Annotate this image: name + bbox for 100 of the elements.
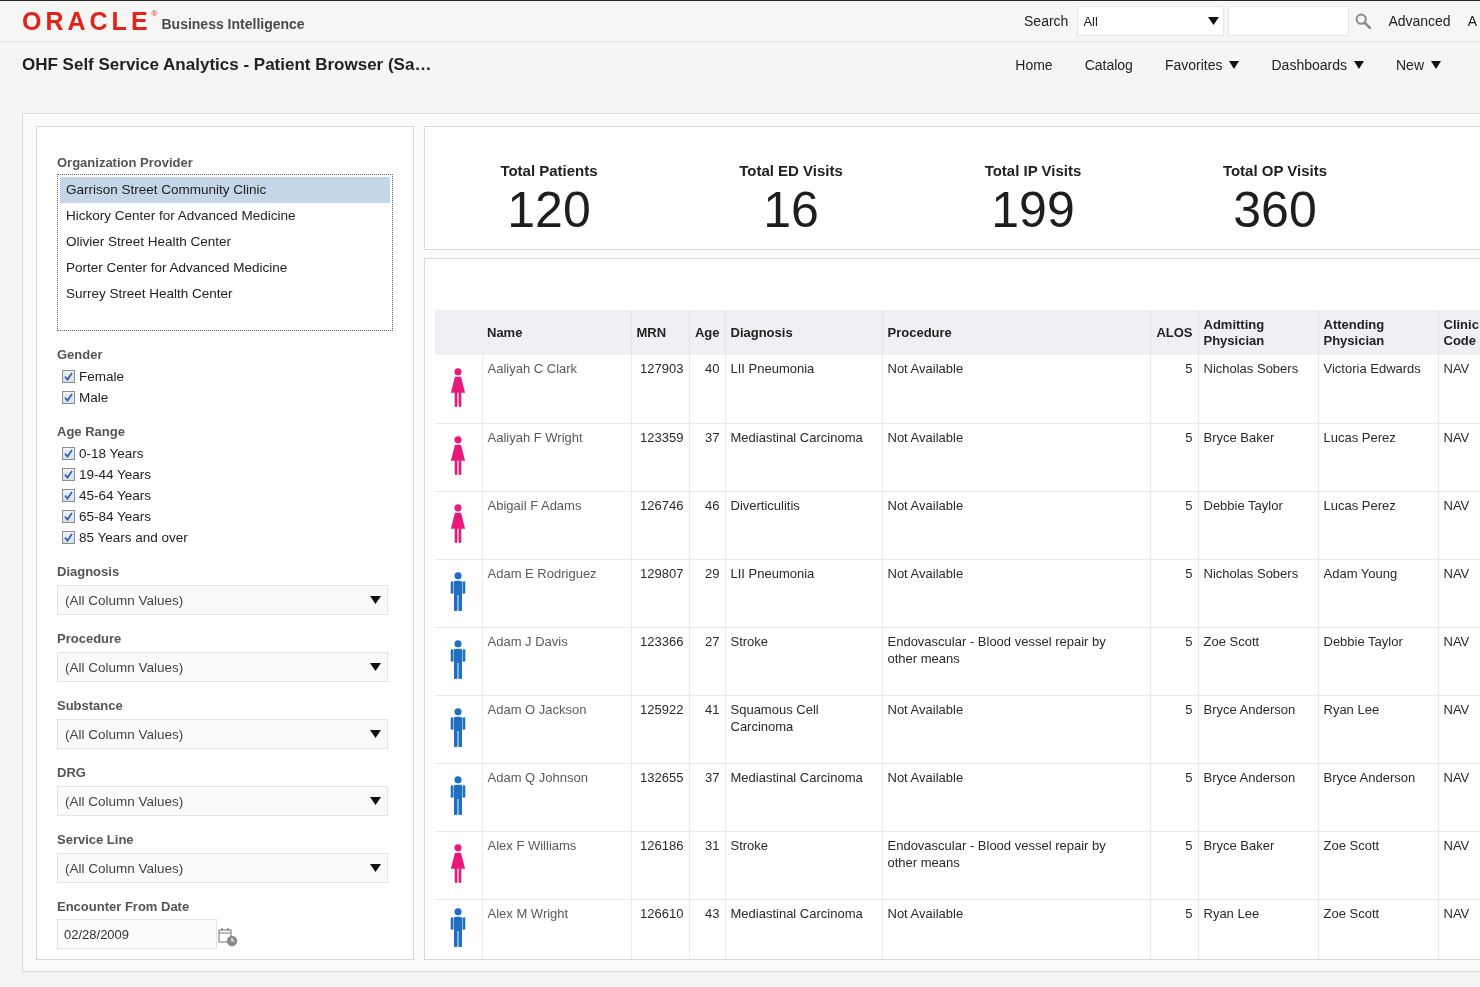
- table-cell: Squamous Cell Carcinoma: [725, 695, 882, 763]
- column-header: Name: [482, 310, 631, 355]
- table-cell: Victoria Edwards: [1318, 355, 1438, 423]
- dropdown[interactable]: (All Column Values): [57, 652, 388, 682]
- table-cell: Ryan Lee: [1198, 899, 1318, 959]
- table-cell: Aaliyah F Wright: [482, 423, 631, 491]
- table-cell: Mediastinal Carcinoma: [725, 423, 882, 491]
- logo-wordmark: ORACLE: [22, 10, 152, 32]
- table-cell: Adam Q Johnson: [482, 763, 631, 831]
- checkbox[interactable]: [62, 489, 75, 502]
- table-cell: Lucas Perez: [1318, 423, 1438, 491]
- search-label: Search: [1024, 13, 1069, 29]
- checkbox-label[interactable]: 19-44 Years: [79, 467, 152, 482]
- table-cell: Not Available: [882, 423, 1150, 491]
- nav-menu-button[interactable]: Dashboards: [1271, 57, 1364, 73]
- table-cell: NAV: [1438, 763, 1480, 831]
- table-cell: NAV: [1438, 899, 1480, 959]
- checkbox[interactable]: [62, 370, 75, 383]
- table-cell: NAV: [1438, 559, 1480, 627]
- checkbox[interactable]: [62, 468, 75, 481]
- table-cell: Adam O Jackson: [482, 695, 631, 763]
- filter-label: Substance: [57, 698, 124, 713]
- date-field[interactable]: 02/28/2009: [57, 919, 217, 949]
- table-cell: Alex M Wright: [482, 899, 631, 959]
- kpi-label: Total IP Visits: [984, 162, 1082, 180]
- filter-label: Organization Provider: [57, 155, 194, 170]
- checkbox-label[interactable]: 65-84 Years: [79, 509, 152, 524]
- female-figure-icon: [450, 502, 467, 545]
- checkbox-label[interactable]: Male: [79, 390, 109, 405]
- checkbox[interactable]: [62, 531, 75, 544]
- dropdown[interactable]: (All Column Values): [57, 585, 388, 615]
- table-cell: Not Available: [882, 695, 1150, 763]
- nav-link[interactable]: Catalog: [1084, 57, 1133, 73]
- table-cell: 37: [689, 763, 725, 831]
- table-cell: Diverticulitis: [725, 491, 882, 559]
- header-link[interactable]: A: [1467, 13, 1477, 29]
- checkbox[interactable]: [62, 510, 75, 523]
- list-item[interactable]: Olivier Street Health Center: [60, 229, 390, 255]
- list-item[interactable]: Porter Center for Advanced Medicine: [60, 255, 390, 281]
- filter-label: Encounter From Date: [57, 899, 191, 914]
- checkbox[interactable]: [62, 391, 75, 404]
- table-cell: 29: [689, 559, 725, 627]
- table-cell: Zoe Scott: [1318, 899, 1438, 959]
- caret-icon: [1354, 61, 1364, 69]
- table-cell: Bryce Anderson: [1198, 763, 1318, 831]
- table-cell: 123359: [631, 423, 689, 491]
- checkbox[interactable]: [62, 447, 75, 460]
- column-header: MRN: [631, 310, 689, 355]
- search-icon[interactable]: [1355, 13, 1372, 29]
- dropdown[interactable]: (All Column Values): [57, 719, 388, 749]
- search-field[interactable]: [1228, 6, 1350, 36]
- list-item[interactable]: Garrison Street Community Clinic: [60, 177, 390, 203]
- table-cell: 5: [1150, 763, 1198, 831]
- product-name: Business Intelligence: [161, 16, 305, 32]
- table-cell: Zoe Scott: [1318, 831, 1438, 899]
- table-cell: 123366: [631, 627, 689, 695]
- table-cell: Lucas Perez: [1318, 491, 1438, 559]
- search-scope-dropdown[interactable]: All: [1077, 6, 1225, 36]
- table-cell: 27: [689, 627, 725, 695]
- table-cell: Not Available: [882, 559, 1150, 627]
- list-item[interactable]: Surrey Street Health Center: [60, 281, 390, 307]
- header-link[interactable]: Advanced: [1388, 13, 1451, 29]
- page-title: OHF Self Service Analytics - Patient Browser (Sa…: [22, 55, 432, 75]
- nav-link[interactable]: Home: [1015, 57, 1053, 73]
- calendar-icon[interactable]: [218, 927, 238, 947]
- listbox[interactable]: Garrison Street Community Clinic Hickory Center for Advanced Medicine Olivier Street Health Center Porter Center for Advanced Medicine Surrey Street Health Center: [57, 174, 393, 331]
- caret-icon: [1208, 17, 1220, 25]
- filter-label: Age Range: [57, 424, 126, 439]
- checkbox-label[interactable]: Female: [79, 369, 124, 384]
- column-header: Age: [689, 310, 725, 355]
- male-figure-icon: [450, 706, 467, 749]
- dropdown[interactable]: (All Column Values): [57, 853, 388, 883]
- table-cell: Endovascular - Blood vessel repair by other means: [882, 627, 1150, 695]
- table-cell: Nicholas Sobers: [1198, 559, 1318, 627]
- table-cell: 5: [1150, 423, 1198, 491]
- table-cell: 46: [689, 491, 725, 559]
- table-cell: 37: [689, 423, 725, 491]
- caret-icon: [370, 864, 381, 872]
- checkbox-label[interactable]: 85 Years and over: [79, 530, 188, 545]
- list-item[interactable]: Hickory Center for Advanced Medicine: [60, 203, 390, 229]
- table-cell: Adam E Rodriguez: [482, 559, 631, 627]
- table-cell: 5: [1150, 355, 1198, 423]
- checkbox-label[interactable]: 45-64 Years: [79, 488, 152, 503]
- table-cell: Aaliyah C Clark: [482, 355, 631, 423]
- table-cell: Zoe Scott: [1198, 627, 1318, 695]
- table-cell: Not Available: [882, 491, 1150, 559]
- table-cell: 5: [1150, 491, 1198, 559]
- female-figure-icon: [450, 434, 467, 477]
- checkbox-label[interactable]: 0-18 Years: [79, 446, 144, 461]
- nav-menu-button[interactable]: Favorites: [1164, 57, 1240, 73]
- dropdown[interactable]: (All Column Values): [57, 786, 388, 816]
- table-cell: 5: [1150, 899, 1198, 959]
- kpi-label: Total OP Visits: [1222, 162, 1328, 180]
- registered-mark: ®: [151, 10, 158, 18]
- table-cell: Bryce Anderson: [1198, 695, 1318, 763]
- table-cell: 40: [689, 355, 725, 423]
- nav-menu-button[interactable]: New: [1396, 57, 1441, 73]
- table-cell: Mediastinal Carcinoma: [725, 763, 882, 831]
- column-header: Admitting Physician: [1198, 310, 1318, 355]
- table-cell: 5: [1150, 627, 1198, 695]
